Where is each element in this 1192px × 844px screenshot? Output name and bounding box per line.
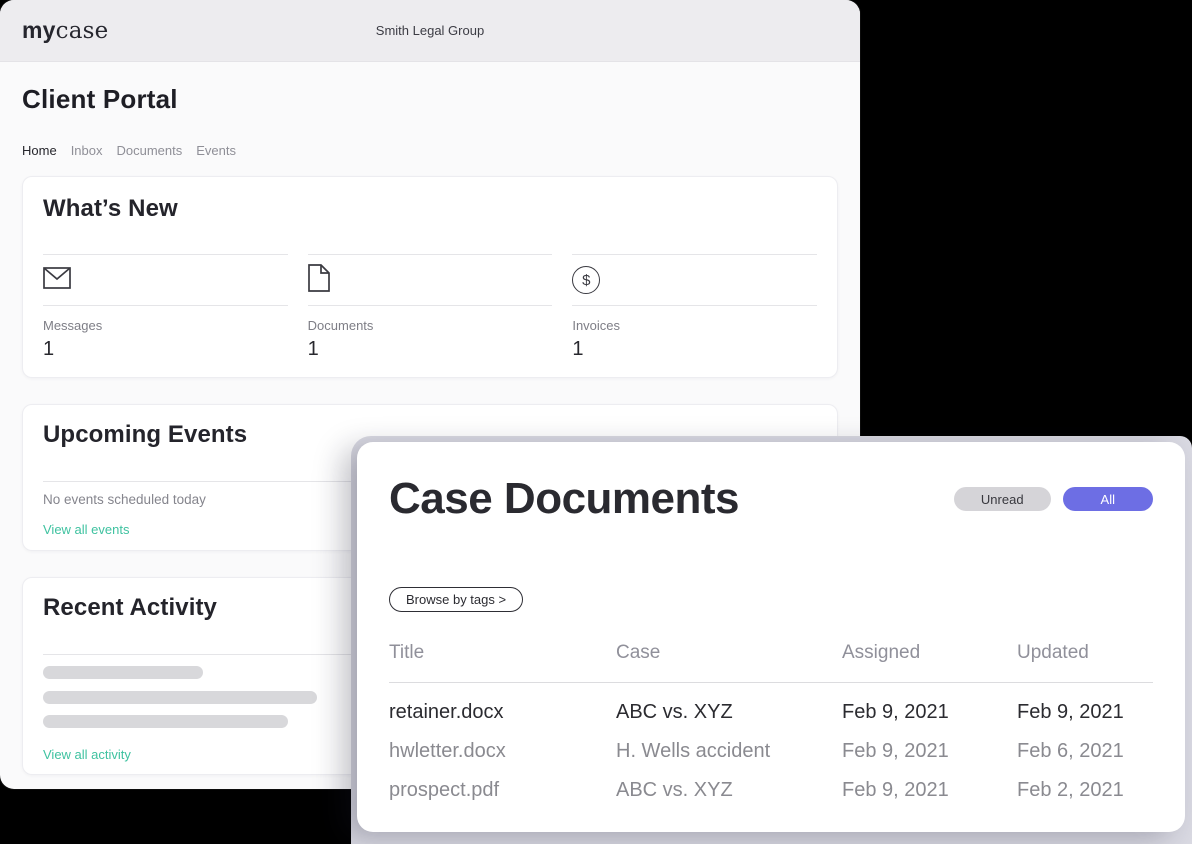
stat-value: 1 [572, 338, 817, 361]
nav-item-events[interactable]: Events [196, 143, 236, 158]
doc-assigned: Feb 9, 2021 [842, 779, 1017, 802]
divider [308, 305, 553, 306]
doc-case: H. Wells accident [616, 740, 842, 763]
doc-case: ABC vs. XYZ [616, 779, 842, 802]
view-all-activity-link[interactable]: View all activity [43, 747, 131, 762]
column-header-case[interactable]: Case [616, 642, 842, 664]
stat-messages[interactable]: Messages 1 [43, 254, 288, 361]
documents-table: Title Case Assigned Updated retainer.doc… [389, 642, 1153, 810]
stat-documents[interactable]: Documents 1 [308, 254, 553, 361]
stat-invoices[interactable]: $ Invoices 1 [572, 254, 817, 361]
nav-item-home[interactable]: Home [22, 143, 57, 158]
filter-group: Unread All [954, 487, 1153, 511]
divider [572, 305, 817, 306]
filter-unread-button[interactable]: Unread [954, 487, 1051, 511]
topbar: mycase Smith Legal Group [0, 0, 860, 62]
table-row[interactable]: hwletter.docx H. Wells accident Feb 9, 2… [389, 732, 1153, 771]
activity-skeleton-bar [43, 691, 317, 704]
table-body: retainer.docx ABC vs. XYZ Feb 9, 2021 Fe… [389, 693, 1153, 810]
doc-case: ABC vs. XYZ [616, 701, 842, 724]
stat-label: Invoices [572, 318, 817, 333]
doc-assigned: Feb 9, 2021 [842, 740, 1017, 763]
divider [43, 305, 288, 306]
column-header-title[interactable]: Title [389, 642, 616, 664]
whats-new-title: What’s New [43, 195, 817, 223]
stat-label: Messages [43, 318, 288, 333]
table-row[interactable]: retainer.docx ABC vs. XYZ Feb 9, 2021 Fe… [389, 693, 1153, 732]
envelope-icon [43, 267, 71, 294]
column-header-updated[interactable]: Updated [1017, 642, 1153, 664]
dollar-glyph: $ [582, 272, 590, 289]
nav-item-inbox[interactable]: Inbox [71, 143, 103, 158]
dollar-icon: $ [572, 266, 600, 294]
doc-assigned: Feb 9, 2021 [842, 701, 1017, 724]
browse-by-tags-button[interactable]: Browse by tags > [389, 587, 523, 612]
case-documents-panel: Case Documents Unread All Browse by tags… [357, 442, 1185, 832]
case-documents-title: Case Documents [389, 472, 739, 526]
document-icon [308, 264, 330, 297]
view-all-events-link[interactable]: View all events [43, 522, 129, 537]
case-documents-header: Case Documents Unread All [389, 472, 1153, 526]
doc-title[interactable]: hwletter.docx [389, 740, 616, 763]
whats-new-stats: Messages 1 Documents [43, 254, 817, 361]
stat-value: 1 [308, 338, 553, 361]
stat-value: 1 [43, 338, 288, 361]
column-header-assigned[interactable]: Assigned [842, 642, 1017, 664]
table-row[interactable]: prospect.pdf ABC vs. XYZ Feb 9, 2021 Feb… [389, 771, 1153, 810]
stat-label: Documents [308, 318, 553, 333]
whats-new-card: What’s New Messages 1 [22, 176, 838, 378]
firm-name: Smith Legal Group [0, 23, 860, 38]
activity-skeleton-bar [43, 666, 203, 679]
doc-updated: Feb 9, 2021 [1017, 701, 1153, 724]
filter-all-button[interactable]: All [1063, 487, 1153, 511]
doc-title[interactable]: prospect.pdf [389, 779, 616, 802]
doc-updated: Feb 6, 2021 [1017, 740, 1153, 763]
table-header-row: Title Case Assigned Updated [389, 642, 1153, 683]
activity-skeleton-bar [43, 715, 288, 728]
doc-title[interactable]: retainer.docx [389, 701, 616, 724]
portal-nav: Home Inbox Documents Events [22, 143, 838, 158]
nav-item-documents[interactable]: Documents [117, 143, 183, 158]
doc-updated: Feb 2, 2021 [1017, 779, 1153, 802]
page-title: Client Portal [22, 84, 838, 115]
